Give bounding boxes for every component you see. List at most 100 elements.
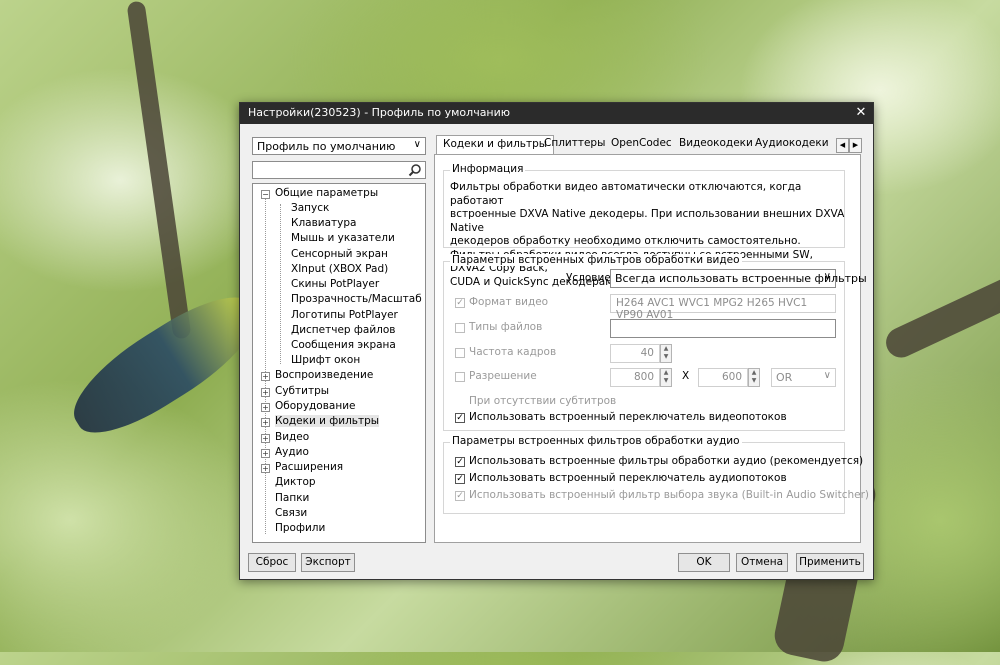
title-bar[interactable]: Настройки(230523) - Профиль по умолчанию…: [240, 103, 873, 124]
resolution-logic-value: OR: [776, 371, 793, 384]
resolution-height-spinner[interactable]: ▲ ▼: [748, 368, 760, 387]
expand-icon[interactable]: +: [261, 388, 270, 397]
tree-item-label: Оборудование: [275, 400, 356, 412]
tab-panel: Информация Фильтры обработки видео автом…: [434, 154, 869, 543]
chevron-down-icon: ∨: [823, 271, 831, 282]
framerate-checkbox[interactable]: [455, 348, 465, 358]
framerate-value: 40: [640, 347, 654, 359]
tree-item-playback[interactable]: + Воспроизведение: [261, 369, 374, 384]
expand-icon[interactable]: +: [261, 449, 270, 458]
audio-switcher-checkbox[interactable]: ✓: [455, 474, 465, 484]
close-icon[interactable]: ✕: [853, 104, 869, 122]
tree-item-general[interactable]: − Общие параметры: [261, 187, 378, 202]
tree-item-label: Профили: [275, 522, 326, 534]
audio-selector-checkbox[interactable]: ✓: [455, 491, 465, 501]
tree-item-label: XInput (XBOX Pad): [291, 263, 389, 275]
expand-icon[interactable]: +: [261, 418, 270, 427]
video-switcher-label: Использовать встроенный переключатель ви…: [469, 411, 787, 423]
tree-item[interactable]: Клавиатура: [291, 217, 356, 232]
chevron-down-icon: ∨: [823, 370, 831, 381]
reset-button[interactable]: Сброс: [248, 553, 296, 572]
file-types-label: Типы файлов: [469, 321, 543, 333]
spin-up-icon[interactable]: ▲: [749, 369, 759, 377]
tree-item-hardware[interactable]: + Оборудование: [261, 400, 356, 415]
framerate-field[interactable]: 40: [610, 344, 660, 363]
tab-splitters[interactable]: Сплиттеры: [544, 137, 605, 154]
audio-filters-group-title: Параметры встроенных фильтров обработки …: [450, 435, 742, 447]
tree-item-audio[interactable]: + Аудио: [261, 446, 309, 461]
expand-icon[interactable]: +: [261, 464, 270, 473]
expand-icon[interactable]: +: [261, 372, 270, 381]
background-branch: [881, 267, 1000, 363]
file-types-checkbox[interactable]: [455, 323, 465, 333]
audio-filters-checkbox[interactable]: ✓: [455, 457, 465, 467]
resolution-width-field[interactable]: 800: [610, 368, 660, 387]
tree-item-extensions[interactable]: + Расширения: [261, 461, 343, 476]
tree-item-folders[interactable]: Папки: [265, 492, 309, 507]
tree-item-label: Сенсорный экран: [291, 248, 388, 260]
expand-icon[interactable]: +: [261, 434, 270, 443]
tree-item[interactable]: XInput (XBOX Pad): [291, 263, 388, 278]
tree-item[interactable]: Запуск: [291, 202, 329, 217]
video-filters-group: Параметры встроенных фильтров обработки …: [443, 254, 867, 431]
tab-scroll-left-icon[interactable]: ◀: [836, 138, 849, 153]
tree-item[interactable]: Сообщения экрана: [291, 339, 396, 354]
framerate-spinner[interactable]: ▲ ▼: [660, 344, 672, 363]
tab-video-codecs[interactable]: Видеокодеки: [679, 137, 753, 154]
ok-button[interactable]: OK: [678, 553, 730, 572]
tree-item-associations[interactable]: Связи: [265, 507, 307, 522]
tab-audio-codecs[interactable]: Аудиокодеки: [755, 137, 829, 154]
file-types-field[interactable]: [610, 319, 836, 338]
spin-down-icon[interactable]: ▼: [661, 353, 671, 361]
resolution-label: Разрешение: [469, 370, 537, 382]
audio-switcher-label: Использовать встроенный переключатель ау…: [469, 472, 787, 484]
apply-button[interactable]: Применить: [796, 553, 864, 572]
tree-item-label: Видео: [275, 431, 310, 443]
audio-filters-group: Параметры встроенных фильтров обработки …: [443, 435, 869, 514]
spin-up-icon[interactable]: ▲: [661, 369, 671, 377]
tree-item-label: Кодеки и фильтры: [275, 415, 380, 427]
resolution-checkbox[interactable]: [455, 372, 465, 382]
tree-item-video[interactable]: + Видео: [261, 431, 310, 446]
tree-item-profiles[interactable]: Профили: [265, 522, 325, 537]
collapse-icon[interactable]: −: [261, 190, 270, 199]
tree-item[interactable]: Логотипы PotPlayer: [291, 309, 398, 324]
tab-scroll-right-icon[interactable]: ▶: [849, 138, 862, 153]
settings-tree[interactable]: − Общие параметры Запуск Клавиатура Мышь…: [252, 183, 426, 543]
tree-item-codecs-filters[interactable]: + Кодеки и фильтры: [261, 415, 380, 430]
tree-item[interactable]: Мышь и указатели: [291, 232, 395, 247]
tree-item[interactable]: Скины PotPlayer: [291, 278, 379, 293]
spin-up-icon[interactable]: ▲: [661, 345, 671, 353]
resolution-width-spinner[interactable]: ▲ ▼: [660, 368, 672, 387]
tree-item[interactable]: Прозрачность/Масштаб: [291, 293, 422, 308]
expand-icon[interactable]: +: [261, 403, 270, 412]
resolution-logic-select[interactable]: OR ∨: [771, 368, 836, 387]
resolution-separator: X: [682, 370, 690, 382]
resolution-height-value: 600: [721, 371, 742, 383]
search-input[interactable]: [252, 161, 426, 179]
resolution-height-field[interactable]: 600: [698, 368, 748, 387]
spin-down-icon[interactable]: ▼: [749, 377, 759, 385]
condition-label: Условие:: [566, 272, 615, 284]
tree-item-narrator[interactable]: Диктор: [265, 476, 316, 491]
video-format-checkbox[interactable]: ✓: [455, 298, 465, 308]
tab-codecs-filters[interactable]: Кодеки и фильтры: [436, 135, 555, 155]
video-switcher-checkbox[interactable]: ✓: [455, 413, 465, 423]
tree-item[interactable]: Диспетчер файлов: [291, 324, 395, 339]
tree-item-subtitles[interactable]: + Субтитры: [261, 385, 329, 400]
video-format-field[interactable]: H264 AVC1 WVC1 MPG2 H265 HVC1 VP90 AV01: [610, 294, 836, 321]
condition-select[interactable]: Всегда использовать встроенные фильтры ∨: [610, 269, 867, 288]
tab-opencodec[interactable]: OpenCodec: [611, 137, 672, 154]
video-format-label: Формат видео: [469, 296, 549, 308]
spin-down-icon[interactable]: ▼: [661, 377, 671, 385]
audio-filters-label: Использовать встроенные фильтры обработк…: [469, 455, 864, 467]
tab-scroll: ◀ ▶: [836, 137, 862, 153]
profile-select[interactable]: Профиль по умолчанию ∨: [252, 137, 426, 155]
tree-item-label: Аудио: [275, 446, 309, 458]
tree-item-label: Воспроизведение: [275, 369, 374, 381]
search-icon[interactable]: [408, 163, 422, 177]
tree-item[interactable]: Шрифт окон: [291, 354, 360, 369]
cancel-button[interactable]: Отмена: [736, 553, 788, 572]
tree-item[interactable]: Сенсорный экран: [291, 248, 388, 263]
export-button[interactable]: Экспорт: [301, 553, 355, 572]
